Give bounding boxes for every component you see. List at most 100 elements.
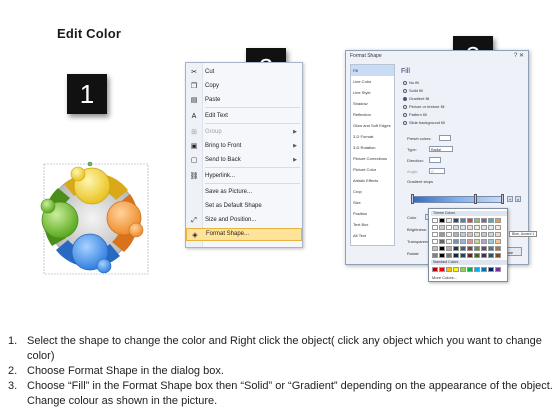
category-shadow[interactable]: Shadow — [351, 98, 394, 109]
remove-stop-button[interactable]: × — [515, 196, 521, 202]
category-picture-color[interactable]: Picture Color — [351, 164, 394, 175]
theme-shade-swatch[interactable] — [495, 253, 501, 258]
theme-shade-swatch[interactable] — [481, 253, 487, 258]
standard-color-swatch[interactable] — [432, 267, 438, 272]
theme-shade-swatch[interactable] — [432, 232, 438, 237]
menu-item-edit-text[interactable]: A Edit Text — [186, 110, 302, 123]
category-3-d-rotation[interactable]: 3-D Rotation — [351, 142, 394, 153]
theme-shade-swatch[interactable] — [488, 232, 494, 237]
theme-shade-swatch[interactable] — [446, 239, 452, 244]
theme-shade-swatch[interactable] — [495, 232, 501, 237]
theme-shade-swatch[interactable] — [467, 239, 473, 244]
theme-shade-swatch[interactable] — [453, 239, 459, 244]
fill-option-no-fill[interactable]: No fill — [403, 80, 419, 85]
theme-shade-swatch[interactable] — [474, 246, 480, 251]
theme-color-swatch[interactable] — [453, 218, 459, 223]
theme-shade-swatch[interactable] — [495, 239, 501, 244]
menu-item-send-to-back[interactable]: ▢ Send to Back ▶ — [186, 154, 302, 167]
theme-shade-swatch[interactable] — [439, 239, 445, 244]
angle-field[interactable]: 0° — [429, 168, 445, 174]
theme-shade-swatch[interactable] — [453, 253, 459, 258]
theme-shade-swatch[interactable] — [453, 225, 459, 230]
theme-shade-swatch[interactable] — [488, 225, 494, 230]
theme-shade-swatch[interactable] — [432, 225, 438, 230]
theme-shade-swatch[interactable] — [460, 246, 466, 251]
fill-option-pattern-fill[interactable]: Pattern fill — [403, 112, 427, 117]
menu-item-copy[interactable]: ❐ Copy — [186, 80, 302, 93]
preset-colors-dropdown[interactable] — [439, 135, 451, 141]
theme-shade-swatch[interactable] — [481, 246, 487, 251]
standard-color-swatch[interactable] — [495, 267, 501, 272]
standard-color-swatch[interactable] — [474, 267, 480, 272]
fill-option-slide-background-fill[interactable]: Slide background fill — [403, 120, 445, 125]
standard-color-swatch[interactable] — [481, 267, 487, 272]
fill-option-gradient-fill[interactable]: Gradient fill — [403, 96, 429, 101]
standard-color-swatch[interactable] — [460, 267, 466, 272]
theme-color-swatch[interactable] — [474, 218, 480, 223]
standard-color-swatch[interactable] — [467, 267, 473, 272]
category-3-d-format[interactable]: 3-D Format — [351, 131, 394, 142]
category-artistic-effects[interactable]: Artistic Effects — [351, 175, 394, 186]
theme-shade-swatch[interactable] — [446, 253, 452, 258]
theme-shade-swatch[interactable] — [467, 246, 473, 251]
menu-item-set-as-default-shape[interactable]: Set as Default Shape — [186, 200, 302, 213]
theme-shade-swatch[interactable] — [488, 239, 494, 244]
category-line-color[interactable]: Line Color — [351, 76, 394, 87]
theme-shade-swatch[interactable] — [453, 246, 459, 251]
theme-shade-swatch[interactable] — [474, 253, 480, 258]
theme-shade-swatch[interactable] — [432, 246, 438, 251]
direction-dropdown[interactable] — [429, 157, 441, 163]
theme-shade-swatch[interactable] — [439, 253, 445, 258]
category-size[interactable]: Size — [351, 197, 394, 208]
gradient-stop[interactable] — [474, 194, 477, 204]
add-stop-button[interactable]: + — [507, 196, 513, 202]
theme-shade-swatch[interactable] — [474, 225, 480, 230]
menu-item-group[interactable]: ⊞ Group ▶ — [186, 126, 302, 139]
theme-shade-swatch[interactable] — [446, 232, 452, 237]
theme-shade-swatch[interactable] — [432, 239, 438, 244]
theme-shade-swatch[interactable] — [488, 246, 494, 251]
theme-shade-swatch[interactable] — [446, 225, 452, 230]
theme-shade-swatch[interactable] — [439, 225, 445, 230]
rotation-handle[interactable] — [87, 161, 93, 167]
menu-item-cut[interactable]: ✂ Cut — [186, 66, 302, 79]
theme-color-swatch[interactable] — [481, 218, 487, 223]
standard-color-swatch[interactable] — [488, 267, 494, 272]
more-colors-link[interactable]: More Colors... — [432, 275, 457, 280]
theme-shade-swatch[interactable] — [467, 225, 473, 230]
gradient-stop[interactable] — [411, 194, 414, 204]
category-crop[interactable]: Crop — [351, 186, 394, 197]
fill-option-solid-fill[interactable]: Solid fill — [403, 88, 423, 93]
theme-shade-swatch[interactable] — [439, 246, 445, 251]
category-glow-and-soft-edges[interactable]: Glow and Soft Edges — [351, 120, 394, 131]
menu-item-bring-to-front[interactable]: ▣ Bring to Front ▶ — [186, 140, 302, 153]
category-reflection[interactable]: Reflection — [351, 109, 394, 120]
type-dropdown[interactable]: Radial — [429, 146, 453, 152]
gradient-stop[interactable] — [501, 194, 504, 204]
theme-shade-swatch[interactable] — [481, 225, 487, 230]
category-fill[interactable]: Fill — [351, 65, 394, 76]
theme-shade-swatch[interactable] — [460, 225, 466, 230]
category-line-style[interactable]: Line Style — [351, 87, 394, 98]
theme-shade-swatch[interactable] — [467, 232, 473, 237]
theme-color-swatch[interactable] — [495, 218, 501, 223]
menu-item-paste[interactable]: ▤ Paste — [186, 94, 302, 107]
menu-item-size-and-position[interactable]: ⤢ Size and Position... — [186, 214, 302, 227]
category-text-box[interactable]: Text Box — [351, 219, 394, 230]
standard-color-swatch[interactable] — [446, 267, 452, 272]
standard-color-swatch[interactable] — [439, 267, 445, 272]
category-picture-corrections[interactable]: Picture Corrections — [351, 153, 394, 164]
gradient-stops-bar[interactable] — [411, 196, 503, 203]
menu-item-format-shape[interactable]: ◈ Format Shape... — [186, 228, 302, 241]
theme-shade-swatch[interactable] — [495, 225, 501, 230]
menu-item-hyperlink[interactable]: ⛓ Hyperlink... — [186, 170, 302, 183]
menu-item-save-as-picture[interactable]: Save as Picture... — [186, 186, 302, 199]
theme-shade-swatch[interactable] — [474, 232, 480, 237]
category-alt-text[interactable]: Alt Text — [351, 230, 394, 241]
dialog-window-buttons[interactable]: ? ✕ — [514, 52, 524, 59]
theme-shade-swatch[interactable] — [432, 253, 438, 258]
theme-color-swatch[interactable] — [488, 218, 494, 223]
theme-color-swatch[interactable] — [460, 218, 466, 223]
theme-color-swatch[interactable] — [446, 218, 452, 223]
theme-shade-swatch[interactable] — [481, 232, 487, 237]
